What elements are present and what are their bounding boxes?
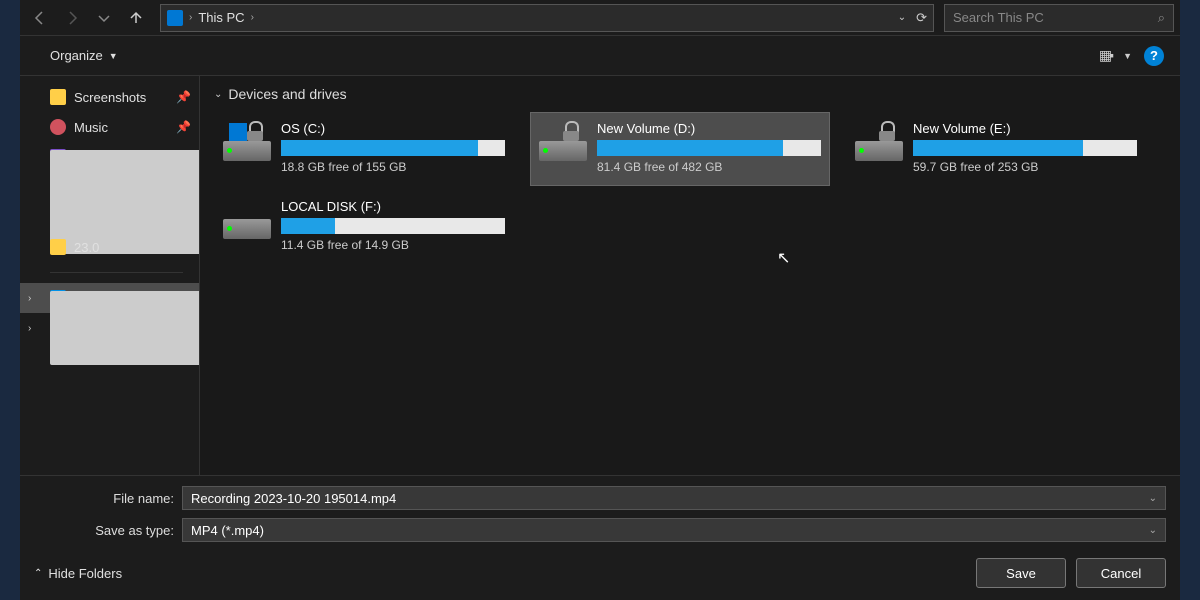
drive-free-text: 59.7 GB free of 253 GB (913, 160, 1137, 174)
address-text: This PC (198, 10, 244, 25)
form-area: File name: Recording 2023-10-20 195014.m… (20, 475, 1180, 546)
drive-icon (539, 121, 587, 161)
help-icon[interactable]: ? (1144, 46, 1164, 66)
storage-bar (597, 140, 821, 156)
drive-free-text: 81.4 GB free of 482 GB (597, 160, 821, 174)
dropdown-icon[interactable]: ▼ (1123, 51, 1132, 61)
sidebar-item[interactable]: New Volume ( (20, 202, 199, 232)
drive-name: OS (C:) (281, 121, 505, 136)
drive-item[interactable]: OS (C:) 18.8 GB free of 155 GB (214, 112, 514, 186)
dropdown-icon: ▼ (109, 51, 118, 61)
view-options-icon[interactable]: ▦▪ (1099, 47, 1111, 64)
navigation-sidebar: Screenshots📌Music📌Videos📌New Volume (New… (20, 76, 200, 475)
storage-bar (281, 218, 505, 234)
address-dropdown-icon[interactable]: ⌄ (898, 12, 906, 23)
folder-icon (50, 239, 66, 255)
drive-icon (223, 121, 271, 161)
search-placeholder: Search This PC (953, 10, 1044, 25)
nav-forward-button[interactable] (58, 4, 86, 32)
storage-bar (913, 140, 1137, 156)
drive-icon (223, 199, 271, 239)
drives-grid: OS (C:) 18.8 GB free of 155 GB New Volume … (214, 112, 1166, 264)
filename-label: File name: (34, 491, 174, 506)
drive-free-text: 11.4 GB free of 14.9 GB (281, 238, 505, 252)
sidebar-divider (50, 272, 183, 273)
dialog-body: Screenshots📌Music📌Videos📌New Volume (New… (20, 76, 1180, 475)
content-pane: ⌄ Devices and drives OS (C:) 18.8 GB free… (200, 76, 1180, 475)
drive-icon (50, 291, 200, 365)
pin-icon: 📌 (176, 90, 191, 104)
drive-item[interactable]: New Volume (E:) 59.7 GB free of 253 GB (846, 112, 1146, 186)
drive-name: LOCAL DISK (F:) (281, 199, 505, 214)
chevron-right-icon: › (189, 12, 192, 23)
organize-button[interactable]: Organize (50, 48, 103, 63)
refresh-icon[interactable]: ⟳ (916, 10, 927, 26)
search-icon: ⌕ (1158, 10, 1165, 26)
chevron-up-icon: ⌃ (34, 568, 42, 579)
save-dialog: › This PC › ⌄ ⟳ Search This PC ⌕ Organiz… (20, 0, 1180, 600)
sidebar-item[interactable]: Music 📌 (20, 112, 199, 142)
address-toolbar: › This PC › ⌄ ⟳ Search This PC ⌕ (20, 0, 1180, 36)
dropdown-icon[interactable]: ⌄ (1149, 525, 1157, 536)
search-input[interactable]: Search This PC ⌕ (944, 4, 1174, 32)
music-icon (50, 119, 66, 135)
command-toolbar: Organize ▼ ▦▪ ▼ ? (20, 36, 1180, 76)
section-title: Devices and drives (228, 86, 346, 102)
sidebar-item[interactable]: Screenshots 📌 (20, 82, 199, 112)
sidebar-item[interactable]: 23.0 (20, 232, 199, 262)
sidebar-item-label: 23.0 (74, 240, 99, 255)
chevron-right-icon[interactable]: › (28, 323, 31, 334)
save-button[interactable]: Save (976, 558, 1066, 588)
chevron-right-icon: › (251, 12, 254, 23)
pin-icon: 📌 (176, 120, 191, 134)
pc-icon (167, 10, 183, 26)
drive-free-text: 18.8 GB free of 155 GB (281, 160, 505, 174)
drive-name: New Volume (E:) (913, 121, 1137, 136)
folder-icon (50, 89, 66, 105)
nav-back-button[interactable] (26, 4, 54, 32)
chevron-right-icon[interactable]: › (28, 293, 31, 304)
chevron-down-icon: ⌄ (214, 89, 222, 100)
dropdown-icon[interactable]: ⌄ (1149, 493, 1157, 504)
cancel-button[interactable]: Cancel (1076, 558, 1166, 588)
sidebar-item-label: Music (74, 120, 108, 135)
storage-bar (281, 140, 505, 156)
save-type-select[interactable]: MP4 (*.mp4) ⌄ (182, 518, 1166, 542)
sidebar-tree-item[interactable]: ›LOCAL DISK (F (20, 313, 199, 343)
drive-name: New Volume (D:) (597, 121, 821, 136)
drive-item[interactable]: LOCAL DISK (F:) 11.4 GB free of 14.9 GB (214, 190, 514, 264)
save-type-label: Save as type: (34, 523, 174, 538)
sidebar-item-label: Screenshots (74, 90, 146, 105)
drive-item[interactable]: New Volume (D:) 81.4 GB free of 482 GB (530, 112, 830, 186)
hide-folders-button[interactable]: ⌃ Hide Folders (34, 566, 122, 581)
address-bar[interactable]: › This PC › ⌄ ⟳ (160, 4, 934, 32)
section-header[interactable]: ⌄ Devices and drives (214, 86, 1166, 102)
nav-recent-button[interactable] (90, 4, 118, 32)
drive-icon (855, 121, 903, 161)
dialog-footer: ⌃ Hide Folders Save Cancel (20, 546, 1180, 600)
filename-input[interactable]: Recording 2023-10-20 195014.mp4 ⌄ (182, 486, 1166, 510)
nav-up-button[interactable] (122, 4, 150, 32)
